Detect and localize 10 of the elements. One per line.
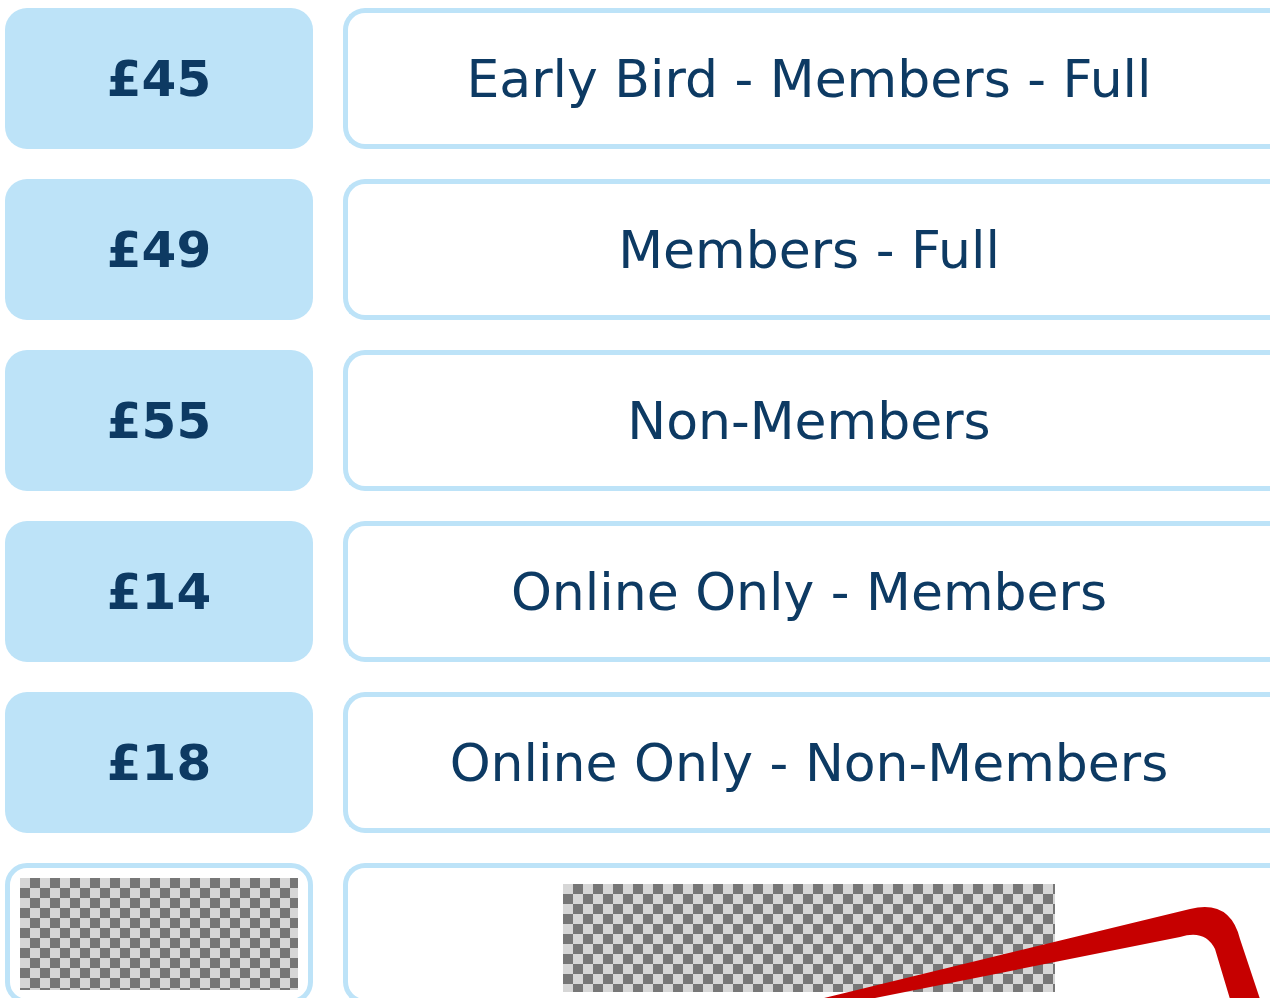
price-tag: £45 <box>5 8 313 149</box>
price-tag: £49 <box>5 179 313 320</box>
price-tag: £18 <box>5 692 313 833</box>
ticket-label: Non-Members <box>343 350 1270 491</box>
ticket-label: Members - Full <box>343 179 1270 320</box>
ticket-label: Online Only - Non-Members <box>343 692 1270 833</box>
price-tag: £14 <box>5 521 313 662</box>
ticket-label: Early Bird - Members - Full <box>343 8 1270 149</box>
ticket-label: Online Only - Members <box>343 521 1270 662</box>
price-tag: £55 <box>5 350 313 491</box>
